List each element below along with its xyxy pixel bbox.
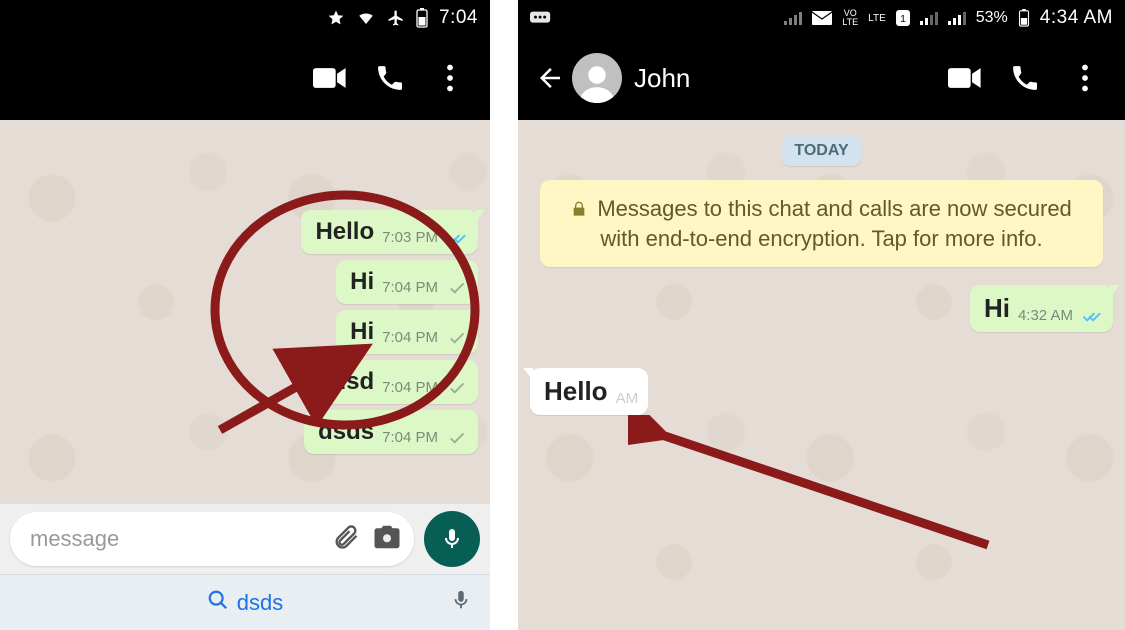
video-call-button[interactable]: [300, 48, 360, 108]
chat-header: John: [518, 36, 1125, 120]
sent-tick-icon: [448, 332, 468, 346]
message-input-bar: message: [0, 504, 490, 574]
status-bar: VOLTE LTE 1 53% 4:34 AM: [518, 0, 1125, 36]
message-bubble[interactable]: Hello AM: [530, 368, 648, 415]
star-icon: [327, 9, 345, 27]
voice-call-button[interactable]: [995, 48, 1055, 108]
signal-bars-icon: [920, 11, 938, 25]
message-bubble[interactable]: Hi 7:04 PM: [336, 310, 478, 354]
message-time: 7:03 PM: [382, 229, 438, 246]
mail-icon: [812, 11, 832, 25]
message-time: AM: [616, 390, 639, 407]
lock-icon: [571, 196, 593, 221]
message-time: 7:04 PM: [382, 379, 438, 396]
voice-call-button[interactable]: [360, 48, 420, 108]
message-text: Hi: [984, 293, 1010, 324]
message-bubble[interactable]: dsds 7:04 PM: [304, 410, 478, 454]
back-button[interactable]: [528, 48, 572, 108]
lte-icon: LTE: [868, 13, 886, 24]
volte-icon: VOLTE: [842, 9, 858, 27]
attach-icon[interactable]: [332, 523, 360, 556]
contact-avatar[interactable]: [572, 53, 622, 103]
status-time: 7:04: [439, 7, 478, 29]
status-time: 4:34 AM: [1040, 7, 1113, 29]
message-time: 7:04 PM: [382, 329, 438, 346]
airplane-icon: [387, 9, 405, 27]
keyboard-suggestion-text: dsds: [237, 590, 283, 616]
message-time: 7:04 PM: [382, 279, 438, 296]
status-bar: 7:04: [0, 0, 490, 36]
battery-percent: 53%: [976, 9, 1008, 27]
message-text: dsds: [318, 418, 374, 446]
message-bubble[interactable]: Hi 7:04 PM: [336, 260, 478, 304]
message-text: Hello: [315, 218, 374, 246]
message-time: 7:04 PM: [382, 429, 438, 446]
battery-icon: [1018, 9, 1030, 27]
message-bubble[interactable]: sdsd 7:04 PM: [304, 360, 478, 404]
read-ticks-icon: [448, 232, 468, 246]
message-text: sdsd: [318, 368, 374, 396]
svg-text:1: 1: [900, 14, 906, 25]
battery-icon: [415, 8, 429, 28]
signal-bars2-icon: [948, 11, 966, 25]
video-call-button[interactable]: [935, 48, 995, 108]
sim1-icon: 1: [896, 10, 910, 26]
message-input[interactable]: message: [10, 512, 414, 566]
message-time: 4:32 AM: [1018, 307, 1073, 324]
encryption-text: Messages to this chat and calls are now …: [597, 196, 1071, 251]
voice-record-button[interactable]: [424, 511, 480, 567]
more-options-button[interactable]: [420, 48, 480, 108]
annotation-arrow: [628, 415, 1008, 565]
mms-icon: [530, 11, 552, 25]
message-text: Hi: [350, 268, 374, 296]
sent-tick-icon: [448, 432, 468, 446]
message-bubble[interactable]: Hi 4:32 AM: [970, 285, 1113, 332]
keyboard-suggestion-bar[interactable]: dsds: [0, 574, 490, 630]
wifi-icon: [355, 9, 377, 27]
signal-icon: [784, 11, 802, 25]
message-text: Hello: [544, 376, 608, 407]
chat-area[interactable]: Hello 7:03 PM Hi 7:04 PM Hi 7:04 PM sdsd…: [0, 120, 490, 504]
chat-area[interactable]: TODAY Messages to this chat and calls ar…: [518, 120, 1125, 630]
encryption-notice[interactable]: Messages to this chat and calls are now …: [540, 180, 1103, 267]
more-options-button[interactable]: [1055, 48, 1115, 108]
message-bubble[interactable]: Hello 7:03 PM: [301, 210, 478, 254]
date-chip: TODAY: [782, 136, 860, 166]
message-placeholder: message: [30, 526, 320, 552]
chat-header: [0, 36, 490, 120]
sent-tick-icon: [448, 282, 468, 296]
camera-icon[interactable]: [372, 522, 402, 557]
contact-name[interactable]: John: [634, 63, 690, 94]
read-ticks-icon: [1083, 310, 1103, 324]
search-icon: [207, 589, 229, 617]
sent-tick-icon: [448, 382, 468, 396]
message-text: Hi: [350, 318, 374, 346]
keyboard-mic-icon[interactable]: [450, 588, 472, 618]
